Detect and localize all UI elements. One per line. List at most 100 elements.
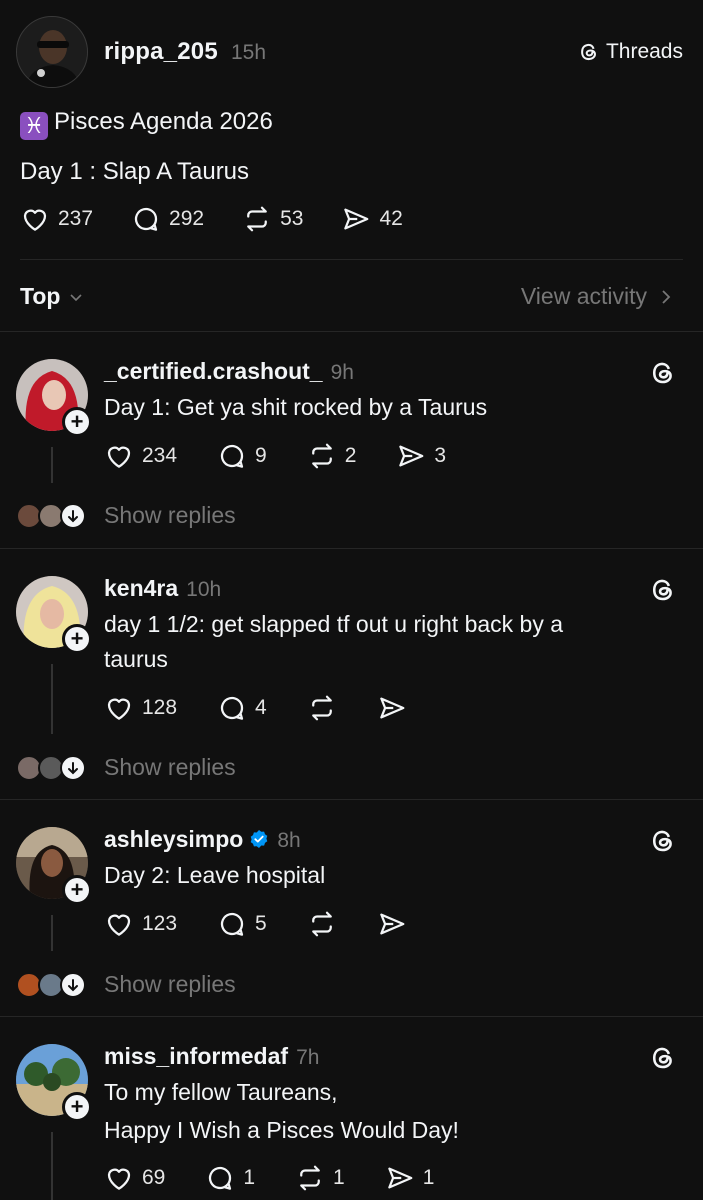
show-replies-button[interactable]: Show replies	[16, 754, 236, 781]
share-count: 1	[422, 1166, 435, 1189]
repost-count: 2	[344, 444, 357, 467]
like-button[interactable]: 237	[20, 204, 93, 234]
comment-icon	[209, 1166, 232, 1190]
show-replies-button[interactable]: Show replies	[16, 971, 236, 998]
repost-icon	[311, 695, 332, 721]
reply-item: + _certified.crashout_ 9h Day 1: Get ya s…	[0, 331, 703, 548]
repost-button[interactable]: 1	[295, 1163, 345, 1193]
reply-username-text[interactable]: ken4ra	[104, 575, 178, 601]
follow-button[interactable]: +	[62, 875, 92, 905]
threads-label: Threads	[605, 40, 683, 63]
post-text-line-2: Day 1 : Slap A Taurus	[20, 158, 250, 185]
show-replies-label: Show replies	[104, 971, 236, 997]
threads-logo-icon[interactable]	[649, 576, 677, 604]
send-icon	[387, 1167, 413, 1189]
sort-dropdown[interactable]: Top	[20, 283, 84, 310]
reply-text: Day 1: Get ya shit rocked by a Taurus	[104, 394, 488, 420]
reply-button[interactable]: 4	[217, 693, 267, 723]
reply-actions: 234 9 2 3	[104, 441, 486, 471]
share-button[interactable]	[377, 909, 407, 939]
post-author[interactable]: rippa_205	[104, 38, 218, 66]
like-count: 237	[58, 207, 94, 230]
heart-icon	[107, 698, 131, 720]
share-button[interactable]: 1	[385, 1163, 435, 1193]
reply-username[interactable]: miss_informedaf 7h	[104, 1043, 319, 1070]
threads-logo-icon	[581, 43, 596, 61]
comment-count: 1	[243, 1166, 256, 1189]
comment-count: 4	[255, 696, 267, 719]
repost-icon	[311, 443, 332, 469]
show-replies-button[interactable]: Show replies	[16, 502, 236, 529]
threads-logo-icon[interactable]	[649, 827, 677, 855]
repost-button[interactable]: 53	[242, 204, 303, 234]
thread-line	[51, 447, 53, 483]
view-activity-link[interactable]: View activity	[521, 283, 673, 310]
chevron-down-icon	[70, 293, 83, 301]
reply-item: + ken4ra 10h day 1 1/2: get slapped tf ou…	[0, 548, 703, 799]
follow-button[interactable]: +	[62, 624, 92, 654]
threads-logo-icon[interactable]	[649, 1044, 677, 1072]
thread-line	[51, 664, 53, 734]
send-icon	[399, 445, 424, 467]
repost-button[interactable]	[307, 909, 337, 939]
reply-username[interactable]: _certified.crashout_ 9h	[104, 358, 354, 385]
reply-username-text[interactable]: miss_informedaf	[104, 1043, 288, 1069]
reply-button[interactable]: 292	[131, 204, 204, 234]
reply-item: + ashleysimpo 8h Day 2: Leave hospital 12…	[0, 799, 703, 1016]
comment-icon	[220, 696, 244, 720]
like-button[interactable]: 128	[104, 693, 177, 723]
thread-line	[51, 915, 53, 951]
repost-count: 53	[280, 207, 304, 230]
reply-time: 8h	[277, 829, 301, 852]
arrow-down-icon	[60, 502, 86, 529]
reply-username[interactable]: ashleysimpo 8h	[104, 826, 301, 853]
post-actions: 237 292 53 42	[20, 204, 441, 234]
reply-button[interactable]: 9	[217, 441, 267, 471]
show-replies-label: Show replies	[104, 754, 236, 780]
share-button[interactable]: 42	[341, 204, 403, 234]
verified-badge-icon	[251, 830, 268, 848]
reply-button[interactable]: 5	[217, 909, 267, 939]
chevron-right-icon	[662, 289, 671, 304]
reply-time: 9h	[330, 361, 354, 384]
repost-icon	[247, 206, 267, 232]
threads-logo-icon[interactable]	[649, 359, 677, 387]
reply-text: day 1 1/2: get slapped tf out u right ba…	[104, 611, 564, 672]
reply-username-text[interactable]: ashleysimpo	[104, 826, 243, 852]
view-activity-label: View activity	[520, 283, 647, 309]
repost-count: 1	[333, 1166, 345, 1189]
repost-button[interactable]: 2	[307, 441, 357, 471]
repost-button[interactable]	[307, 693, 337, 723]
open-in-threads-link[interactable]: Threads	[578, 40, 683, 64]
share-count: 42	[379, 207, 403, 230]
comment-icon	[134, 207, 158, 231]
heart-icon	[107, 1168, 131, 1190]
reply-button[interactable]: 1	[205, 1163, 255, 1193]
reply-text: Day 2: Leave hospital	[104, 862, 326, 888]
heart-icon	[107, 446, 131, 468]
follow-button[interactable]: +	[62, 407, 92, 437]
share-button[interactable]	[377, 693, 407, 723]
send-icon	[344, 208, 369, 230]
pisces-emoji: ♓	[20, 112, 48, 140]
like-button[interactable]: 234	[104, 441, 177, 471]
heart-icon	[107, 914, 131, 936]
arrow-down-icon	[60, 754, 86, 781]
like-button[interactable]: 123	[104, 909, 177, 939]
reply-username[interactable]: ken4ra 10h	[104, 575, 221, 602]
reply-text-line-1: To my fellow Taureans,	[104, 1079, 338, 1105]
share-count: 3	[434, 444, 447, 467]
reply-text-line-2: Happy I Wish a Pisces Would Day!	[104, 1117, 459, 1143]
like-button[interactable]: 69	[104, 1163, 165, 1193]
post-text-line-1: ♓ Pisces Agenda 2026	[20, 108, 273, 140]
send-icon	[379, 697, 405, 719]
reply-item: + miss_informedaf 7h To my fellow Taurean…	[0, 1016, 703, 1200]
reply-username-text[interactable]: _certified.crashout_	[104, 358, 323, 384]
follow-button[interactable]: +	[62, 1092, 92, 1122]
reply-time: 10h	[186, 578, 222, 601]
repost-icon	[300, 1165, 320, 1191]
thread-line	[51, 1132, 53, 1200]
like-count: 128	[142, 696, 178, 719]
author-avatar[interactable]	[16, 16, 88, 88]
share-button[interactable]: 3	[396, 441, 446, 471]
